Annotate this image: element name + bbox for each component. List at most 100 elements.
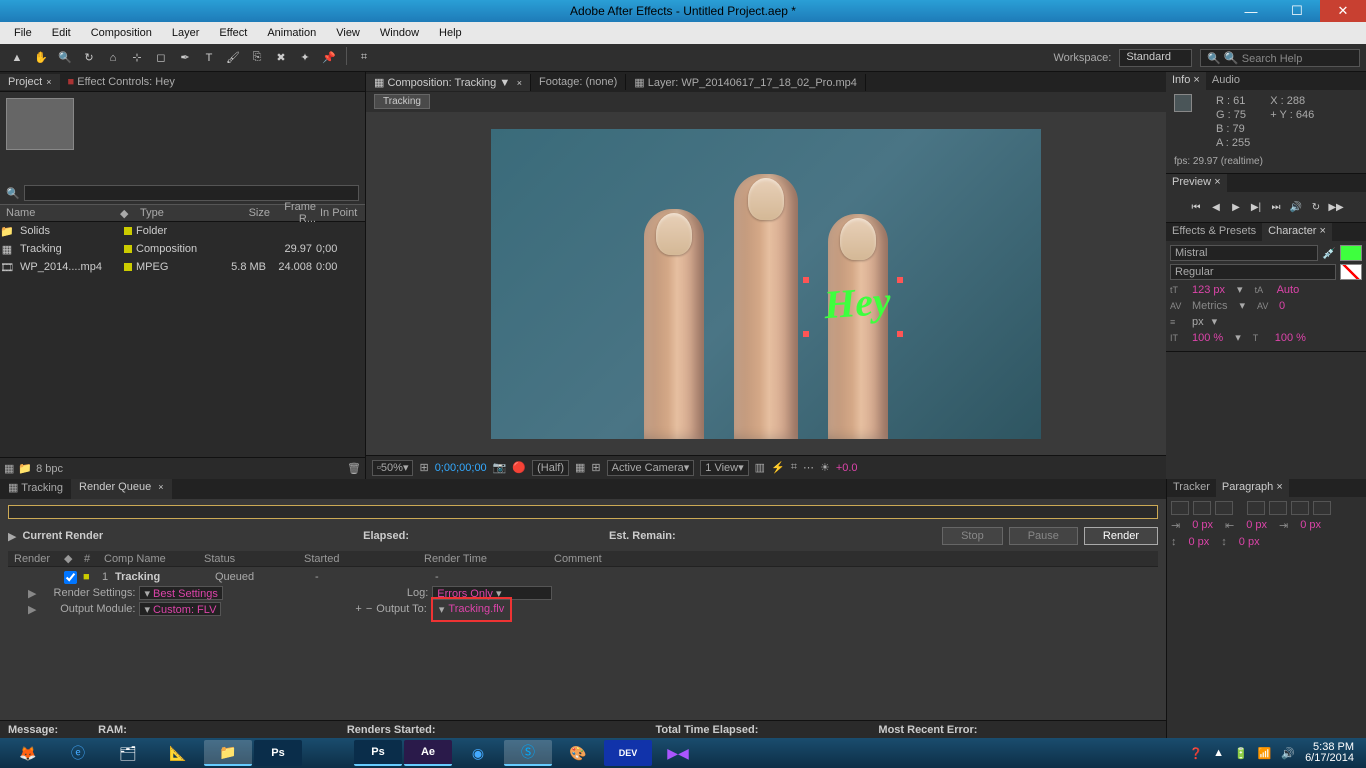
menu-layer[interactable]: Layer	[162, 25, 210, 41]
output-to-filename[interactable]: Tracking.flv	[448, 603, 504, 615]
transform-handle-icon[interactable]	[803, 277, 809, 283]
justify-center-icon[interactable]	[1269, 501, 1287, 515]
menu-animation[interactable]: Animation	[257, 25, 326, 41]
puppet-tool-icon[interactable]: 📌	[318, 47, 340, 69]
menu-file[interactable]: File	[4, 25, 42, 41]
ram-preview-icon[interactable]: ▶▶	[1329, 200, 1343, 214]
ruler-icon[interactable]: ⊞	[419, 461, 428, 474]
tracking-field[interactable]: 0	[1279, 300, 1285, 312]
tab-effects-presets[interactable]: Effects & Presets	[1166, 223, 1262, 241]
snapshot-icon[interactable]: 📷	[493, 461, 507, 474]
tab-project[interactable]: Project×	[0, 74, 60, 90]
channel-icon[interactable]: 🔴	[512, 461, 526, 474]
justify-right-icon[interactable]	[1291, 501, 1309, 515]
disclosure-icon[interactable]: ▶	[28, 603, 36, 616]
delete-icon[interactable]: 🗑	[347, 462, 361, 475]
zoom-tool-icon[interactable]: 🔍	[54, 47, 76, 69]
taskbar-explorer-icon[interactable]: 🗂	[104, 740, 152, 766]
close-button[interactable]: ✕	[1320, 0, 1366, 22]
project-row-footage[interactable]: 🎞 WP_2014....mp4 MPEG 5.8 MB 24.008 0:00	[0, 258, 365, 276]
anchor-tool-icon[interactable]: ⊹	[126, 47, 148, 69]
bpc-toggle[interactable]: 8 bpc	[36, 463, 63, 475]
project-row-comp[interactable]: ▦ Tracking Composition 29.97 0;00	[0, 240, 365, 258]
tab-layer[interactable]: ▦ Layer: WP_20140617_17_18_02_Pro.mp4	[626, 74, 866, 91]
output-module-dropdown[interactable]: ▾ Custom: FLV	[139, 602, 221, 616]
close-icon[interactable]: ×	[1320, 225, 1326, 237]
last-frame-icon[interactable]: ⏭	[1269, 200, 1283, 214]
leading-field[interactable]: Auto	[1277, 284, 1300, 296]
col-label-icon[interactable]: ◆	[120, 207, 140, 220]
eyedropper-icon[interactable]: 💉	[1322, 247, 1336, 260]
kerning-select[interactable]: Metrics	[1192, 300, 1227, 312]
menu-effect[interactable]: Effect	[209, 25, 257, 41]
system-clock[interactable]: 5:38 PM 6/17/2014	[1305, 742, 1354, 764]
taskbar-skype-icon[interactable]: Ⓢ	[504, 740, 552, 766]
minimize-button[interactable]: —	[1228, 0, 1274, 22]
view-select[interactable]: 1 View ▾	[700, 460, 748, 476]
close-icon[interactable]: ×	[1276, 481, 1282, 493]
taskbar-app-icon[interactable]	[304, 740, 352, 766]
font-style-select[interactable]: Regular	[1170, 264, 1336, 280]
indent-right-field[interactable]: 0 px	[1300, 519, 1321, 532]
render-item-row[interactable]: ■ 1 Tracking Queued - -	[8, 569, 1158, 585]
taskbar-photoshop2-icon[interactable]: Ps	[354, 740, 402, 766]
selection-tool-icon[interactable]: ▲	[6, 47, 28, 69]
close-icon[interactable]: ×	[514, 78, 522, 88]
tab-info[interactable]: Info ×	[1166, 72, 1206, 90]
taskbar-folder-icon[interactable]: 📁	[204, 740, 252, 766]
project-search-input[interactable]	[24, 185, 359, 201]
col-inpoint[interactable]: In Point	[320, 207, 360, 219]
taskbar-aftereffects-icon[interactable]: Ae	[404, 740, 452, 766]
render-settings-dropdown[interactable]: ▾ Best Settings	[139, 586, 222, 600]
space-after-field[interactable]: 0 px	[1239, 536, 1260, 548]
pixel-aspect-icon[interactable]: ▥	[755, 461, 765, 474]
tab-audio[interactable]: Audio	[1206, 72, 1246, 90]
indent-first-field[interactable]: 0 px	[1246, 519, 1267, 532]
justify-left-icon[interactable]	[1247, 501, 1265, 515]
tray-up-icon[interactable]: ▲	[1213, 747, 1224, 759]
taskbar-photoshop-icon[interactable]: Ps	[254, 740, 302, 766]
type-tool-icon[interactable]: T	[198, 47, 220, 69]
network-tray-icon[interactable]: 📶	[1258, 747, 1272, 760]
breadcrumb-item[interactable]: Tracking	[374, 94, 430, 109]
close-icon[interactable]: ×	[158, 482, 163, 492]
indent-left-field[interactable]: 0 px	[1192, 519, 1213, 532]
taskbar-bittorrent-icon[interactable]: ◉	[454, 740, 502, 766]
fill-color-swatch[interactable]	[1340, 245, 1362, 261]
rect-tool-icon[interactable]: ◻	[150, 47, 172, 69]
tab-preview[interactable]: Preview ×	[1166, 174, 1227, 192]
snap-icon[interactable]: ⌗	[353, 47, 375, 69]
col-name[interactable]: Name	[0, 207, 120, 219]
next-frame-icon[interactable]: ▶|	[1249, 200, 1263, 214]
pen-tool-icon[interactable]: ✒	[174, 47, 196, 69]
loop-icon[interactable]: ↻	[1309, 200, 1323, 214]
tab-character[interactable]: Character ×	[1262, 223, 1332, 241]
menu-window[interactable]: Window	[370, 25, 429, 41]
tab-tracker[interactable]: Tracker	[1167, 479, 1216, 497]
add-output-icon[interactable]: +	[355, 603, 361, 615]
composition-view[interactable]: Hey	[366, 112, 1166, 455]
flowchart-icon[interactable]: ⋯	[803, 461, 814, 474]
justify-all-icon[interactable]	[1313, 501, 1331, 515]
first-frame-icon[interactable]: ⏮	[1189, 200, 1203, 214]
font-size-field[interactable]: 123 px	[1192, 284, 1225, 296]
tab-effect-controls[interactable]: ■ Effect Controls: Hey	[60, 74, 183, 90]
clone-tool-icon[interactable]: ⎘	[246, 47, 268, 69]
taskbar-app2-icon[interactable]: 🎨	[554, 740, 602, 766]
tab-footage[interactable]: Footage: (none)	[531, 74, 626, 90]
menu-view[interactable]: View	[326, 25, 370, 41]
disclosure-icon[interactable]: ▶	[8, 530, 16, 543]
transform-handle-icon[interactable]	[897, 331, 903, 337]
help-tray-icon[interactable]: ❓	[1189, 747, 1203, 760]
pause-button[interactable]: Pause	[1009, 527, 1078, 545]
exposure-value[interactable]: +0.0	[836, 462, 858, 474]
volume-tray-icon[interactable]: 🔊	[1281, 747, 1295, 760]
tab-tracking-timeline[interactable]: ▦ Tracking	[0, 479, 71, 499]
prev-frame-icon[interactable]: ◀	[1209, 200, 1223, 214]
new-folder-icon[interactable]: 📁	[18, 462, 32, 475]
roi-icon[interactable]: ▦	[575, 461, 585, 474]
tab-paragraph[interactable]: Paragraph ×	[1216, 479, 1289, 497]
interpret-icon[interactable]: ▦	[4, 462, 14, 475]
hscale-field[interactable]: 100 %	[1275, 332, 1306, 344]
timeline-icon[interactable]: ⌗	[791, 461, 797, 474]
